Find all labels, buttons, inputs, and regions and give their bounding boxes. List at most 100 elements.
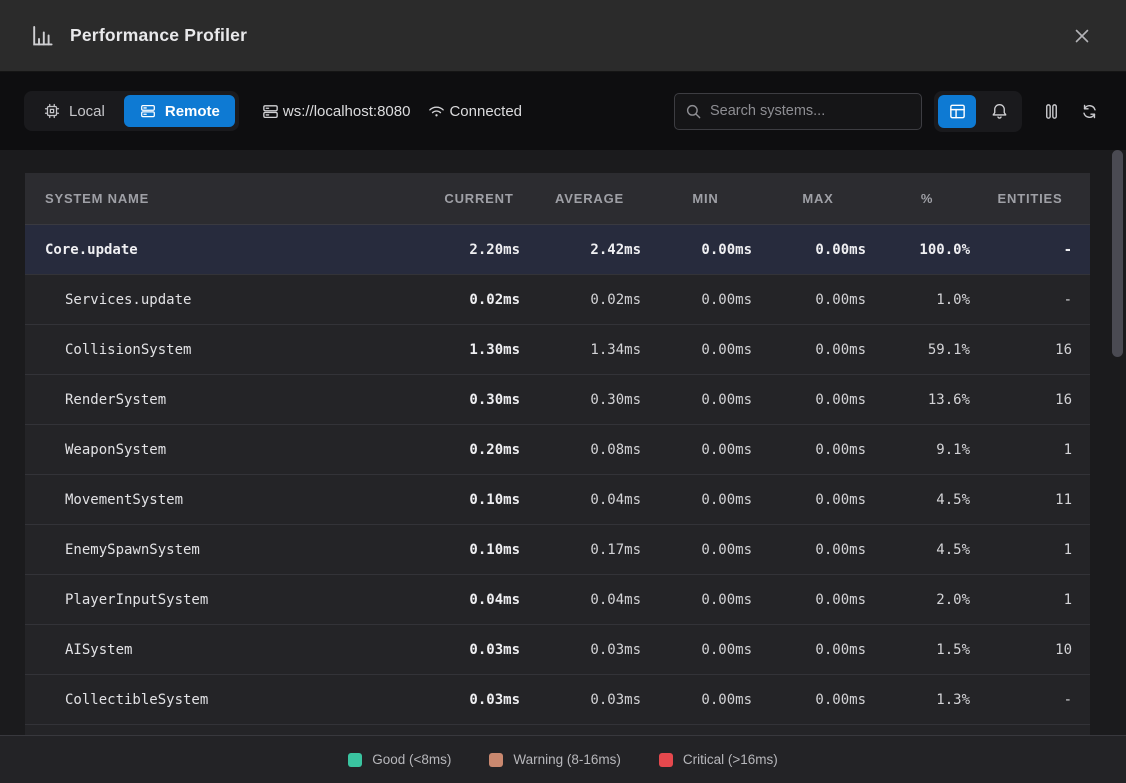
system-name-cell: Services.update	[25, 292, 438, 308]
toolbar: Local Remote	[0, 72, 1126, 150]
column-header[interactable]: ENTITIES	[988, 191, 1090, 206]
percent-cell: 4.5%	[884, 542, 988, 558]
refresh-icon	[1080, 102, 1099, 121]
column-header[interactable]: CURRENT	[438, 191, 538, 206]
system-name-cell: EnemySpawnSystem	[25, 542, 438, 558]
table-view-button[interactable]	[938, 95, 976, 128]
connection-url: ws://localhost:8080	[283, 103, 411, 120]
percent-cell: 13.6%	[884, 392, 988, 408]
average-cell: 0.30ms	[538, 392, 659, 408]
system-name-cell: MovementSystem	[25, 492, 438, 508]
table-row[interactable]: WeaponSystem 0.20ms 0.08ms 0.00ms 0.00ms…	[25, 425, 1090, 475]
cpu-icon	[43, 102, 61, 120]
table-row[interactable]: PlayerInputSystem 0.04ms 0.04ms 0.00ms 0…	[25, 575, 1090, 625]
entities-cell: 16	[988, 392, 1090, 408]
close-icon	[1073, 27, 1091, 45]
current-cell: 0.03ms	[438, 692, 538, 708]
entities-cell: 11	[988, 492, 1090, 508]
entities-cell: 10	[988, 642, 1090, 658]
tab-local[interactable]: Local	[28, 95, 120, 127]
table-row[interactable]: EnemySpawnSystem 0.10ms 0.17ms 0.00ms 0.…	[25, 525, 1090, 575]
title-bar: Performance Profiler	[0, 0, 1126, 72]
table-row[interactable]: CollisionSystem 1.30ms 1.34ms 0.00ms 0.0…	[25, 325, 1090, 375]
table-row[interactable]: RenderSystem 0.30ms 0.30ms 0.00ms 0.00ms…	[25, 375, 1090, 425]
average-cell: 1.34ms	[538, 342, 659, 358]
systems-table: SYSTEM NAMECURRENTAVERAGEMINMAX%ENTITIES…	[25, 173, 1090, 735]
max-cell: 0.00ms	[770, 342, 884, 358]
min-cell: 0.00ms	[659, 492, 770, 508]
table-row[interactable]: AISystem 0.03ms 0.03ms 0.00ms 0.00ms 1.5…	[25, 625, 1090, 675]
entities-cell: -	[988, 692, 1090, 708]
min-cell: 0.00ms	[659, 292, 770, 308]
table-row[interactable]: Services.update 0.02ms 0.02ms 0.00ms 0.0…	[25, 275, 1090, 325]
average-cell: 0.04ms	[538, 492, 659, 508]
min-cell: 0.00ms	[659, 542, 770, 558]
system-name-cell: WeaponSystem	[25, 442, 438, 458]
average-cell: 0.04ms	[538, 592, 659, 608]
column-header[interactable]: SYSTEM NAME	[25, 191, 438, 206]
max-cell: 0.00ms	[770, 392, 884, 408]
min-cell: 0.00ms	[659, 642, 770, 658]
pause-icon	[1042, 102, 1061, 121]
performance-profiler-window: Performance Profiler Local	[0, 0, 1126, 783]
column-header[interactable]: MIN	[659, 191, 770, 206]
average-cell: 0.02ms	[538, 292, 659, 308]
column-header[interactable]: %	[884, 191, 988, 206]
column-header[interactable]: AVERAGE	[538, 191, 659, 206]
current-cell: 0.30ms	[438, 392, 538, 408]
percent-cell: 1.0%	[884, 292, 988, 308]
current-cell: 1.30ms	[438, 342, 538, 358]
percent-cell: 1.3%	[884, 692, 988, 708]
min-cell: 0.00ms	[659, 592, 770, 608]
pause-button[interactable]	[1038, 98, 1064, 124]
current-cell: 0.04ms	[438, 592, 538, 608]
system-name-cell: RenderSystem	[25, 392, 438, 408]
max-cell: 0.00ms	[770, 242, 884, 258]
source-toggle: Local Remote	[24, 91, 239, 131]
table-row[interactable]: Core.update 2.20ms 2.42ms 0.00ms 0.00ms …	[25, 225, 1090, 275]
search-input[interactable]	[710, 103, 911, 119]
legend-bar: Good (<8ms) Warning (8-16ms) Critical (>…	[0, 735, 1126, 783]
max-cell: 0.00ms	[770, 492, 884, 508]
average-cell: 0.17ms	[538, 542, 659, 558]
table-row[interactable]: MovementSystem 0.10ms 0.04ms 0.00ms 0.00…	[25, 475, 1090, 525]
legend-label: Good (<8ms)	[372, 752, 451, 767]
system-name-cell: Core.update	[25, 242, 438, 258]
current-cell: 0.02ms	[438, 292, 538, 308]
search-box	[674, 93, 922, 130]
legend-item: Critical (>16ms)	[659, 752, 778, 767]
table-header-row: SYSTEM NAMECURRENTAVERAGEMINMAX%ENTITIES	[25, 173, 1090, 225]
percent-cell: 1.5%	[884, 642, 988, 658]
system-name-cell: CollectibleSystem	[25, 692, 438, 708]
notifications-button[interactable]	[980, 95, 1018, 128]
min-cell: 0.00ms	[659, 442, 770, 458]
max-cell: 0.00ms	[770, 592, 884, 608]
system-name-cell: AISystem	[25, 642, 438, 658]
min-cell: 0.00ms	[659, 242, 770, 258]
connection-info: ws://localhost:8080 Connected	[261, 102, 522, 121]
entities-cell: -	[988, 242, 1090, 258]
table-row[interactable]: CollectibleSystem 0.03ms 0.03ms 0.00ms 0…	[25, 675, 1090, 725]
search-icon	[685, 103, 702, 120]
column-header[interactable]: MAX	[770, 191, 884, 206]
scrollbar-thumb[interactable]	[1112, 150, 1123, 357]
bar-chart-icon	[30, 24, 54, 48]
current-cell: 0.10ms	[438, 492, 538, 508]
max-cell: 0.00ms	[770, 542, 884, 558]
percent-cell: 4.5%	[884, 492, 988, 508]
refresh-button[interactable]	[1076, 98, 1102, 124]
table-panel: SYSTEM NAMECURRENTAVERAGEMINMAX%ENTITIES…	[0, 150, 1126, 735]
max-cell: 0.00ms	[770, 442, 884, 458]
tab-remote[interactable]: Remote	[124, 95, 235, 127]
min-cell: 0.00ms	[659, 692, 770, 708]
wifi-icon	[427, 102, 446, 121]
close-button[interactable]	[1068, 22, 1096, 50]
connection-status: Connected	[449, 103, 522, 120]
table-view-icon	[948, 102, 967, 121]
legend-item: Warning (8-16ms)	[489, 752, 621, 767]
current-cell: 2.20ms	[438, 242, 538, 258]
system-name-cell: PlayerInputSystem	[25, 592, 438, 608]
server-icon	[261, 102, 280, 121]
legend-item: Good (<8ms)	[348, 752, 451, 767]
entities-cell: 1	[988, 542, 1090, 558]
